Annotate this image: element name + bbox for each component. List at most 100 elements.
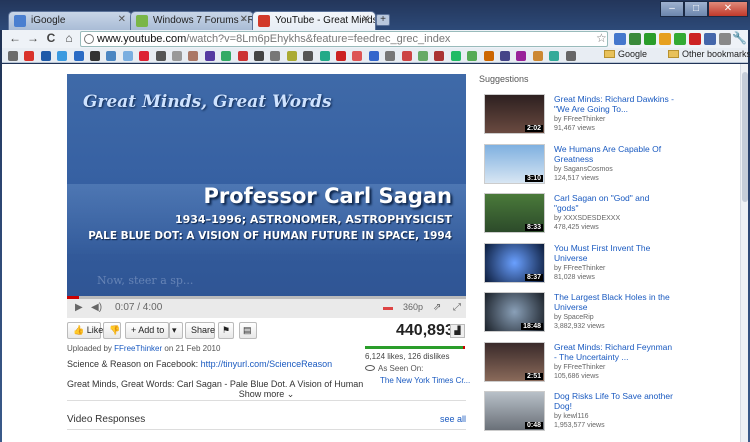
tab-close-icon[interactable]: ✕ (118, 14, 126, 25)
back-button[interactable]: ← (8, 31, 22, 45)
bookmark-icon[interactable] (434, 51, 445, 61)
bookmark-icon[interactable] (139, 51, 150, 61)
bookmark-icon[interactable] (303, 51, 314, 61)
close-window-button[interactable]: ✕ (708, 1, 748, 17)
show-more-button[interactable]: Show more ⌄ (67, 389, 466, 401)
suggestion-title[interactable]: Carl Sagan on "God" and "gods" (554, 193, 674, 213)
bookmark-icon[interactable] (319, 51, 330, 61)
bookmark-icon[interactable] (500, 51, 510, 61)
bookmark-icon[interactable] (8, 51, 18, 61)
uploader-link[interactable]: FFreeThinker (114, 344, 162, 353)
tab-windows7-forums[interactable]: Windows 7 Forums - Reply ✕ (130, 11, 254, 30)
bookmark-icon[interactable] (467, 51, 478, 61)
add-to-dropdown[interactable]: ▾ (169, 322, 183, 339)
quality-selector[interactable]: 360p (403, 302, 423, 312)
suggestion-item[interactable]: 3:10 We Humans Are Capable Of Greatness by… (479, 143, 679, 190)
extension-icon[interactable] (629, 33, 641, 45)
bookmark-icon[interactable] (565, 51, 576, 61)
suggestion-item[interactable]: 8:33 Carl Sagan on "God" and "gods" by XXX… (479, 193, 679, 239)
bookmark-icon[interactable] (237, 51, 248, 61)
embed-icon[interactable]: ▤ (239, 322, 257, 339)
suggestion-item[interactable]: 0:48 Dog Risks Life To Save another Dog! b… (479, 391, 679, 437)
popout-icon[interactable]: ⇗ (433, 302, 441, 313)
suggestion-title[interactable]: We Humans Are Capable Of Greatness (554, 144, 674, 164)
suggestion-title[interactable]: Great Minds: Richard Dawkins - "We Are G… (554, 94, 674, 114)
extension-icon[interactable] (644, 33, 656, 45)
bookmark-icon[interactable] (73, 51, 84, 61)
extension-icon[interactable] (674, 33, 686, 45)
bookmark-icon[interactable] (483, 51, 494, 61)
bookmark-icon[interactable] (40, 51, 51, 61)
bookmark-icon[interactable] (352, 51, 363, 61)
suggestion-thumbnail[interactable]: 2:02 (484, 94, 545, 134)
bookmark-icon[interactable] (24, 51, 35, 61)
bookmark-icon[interactable] (204, 51, 215, 61)
flag-icon[interactable]: ⚑ (218, 322, 234, 339)
page-scrollbar[interactable] (740, 64, 748, 442)
suggestion-thumbnail[interactable]: 18:48 (484, 292, 545, 332)
bookmark-icon[interactable] (57, 51, 68, 61)
wrench-icon[interactable]: 🔧 (732, 31, 747, 45)
bookmark-icon[interactable] (122, 51, 133, 61)
tab-close-icon[interactable]: ✕ (240, 14, 248, 25)
suggestion-title[interactable]: Dog Risks Life To Save another Dog! (554, 391, 674, 411)
bookmark-icon[interactable] (90, 51, 100, 61)
suggestion-item[interactable]: 2:51 Great Minds: Richard Feynman - The U… (479, 341, 679, 388)
play-icon[interactable]: ▶ (75, 302, 83, 313)
as-seen-link[interactable]: The New York Times Cr... (380, 376, 470, 385)
extension-icon[interactable] (704, 33, 716, 45)
bookmark-icon[interactable] (368, 51, 379, 61)
bookmark-icon[interactable] (155, 51, 166, 61)
suggestion-thumbnail[interactable]: 8:37 (484, 242, 545, 283)
tab-close-icon[interactable]: ✕ (362, 14, 370, 25)
tab-igoogle[interactable]: iGoogle ✕ (8, 11, 132, 30)
bookmark-icon[interactable] (450, 51, 461, 61)
share-button[interactable]: Share (185, 322, 215, 339)
like-button[interactable]: 👍 Like (67, 322, 103, 339)
bookmark-icon[interactable] (254, 51, 264, 61)
suggestion-thumbnail[interactable]: 2:51 (484, 341, 545, 382)
minimize-button[interactable]: – (660, 1, 684, 17)
extension-icon[interactable] (719, 33, 731, 45)
extension-icon[interactable] (614, 33, 626, 45)
fullscreen-icon[interactable]: ⤢ (453, 302, 461, 313)
bookmark-icon[interactable] (286, 51, 297, 61)
bookmark-icon[interactable] (221, 51, 232, 61)
bookmark-icon[interactable] (336, 51, 346, 61)
forward-button[interactable]: → (26, 31, 40, 45)
extension-icon[interactable] (659, 33, 671, 45)
video-player[interactable]: Great Minds, Great Words Professor Carl … (67, 74, 466, 298)
home-button[interactable]: ⌂ (62, 31, 76, 45)
bookmark-star-icon[interactable]: ☆ (596, 31, 607, 45)
suggestion-title[interactable]: Great Minds: Richard Feynman - The Uncer… (554, 342, 674, 362)
suggestion-thumbnail[interactable]: 0:48 (484, 391, 545, 431)
bookmark-icon[interactable] (106, 51, 117, 61)
bookmark-icon[interactable] (188, 51, 199, 61)
suggestion-thumbnail[interactable]: 8:33 (484, 193, 545, 233)
address-bar[interactable]: www.youtube.com/watch?v=8Lm6pEhykhs&feat… (80, 31, 608, 47)
tab-youtube[interactable]: YouTube - Great Minds: Ca ✕ (252, 11, 376, 30)
maximize-button[interactable]: □ (684, 1, 708, 17)
suggestion-title[interactable]: You Must First Invent The Universe (554, 243, 674, 263)
bookmark-icon[interactable] (516, 51, 527, 61)
suggestion-title[interactable]: The Largest Black Holes in the Universe (554, 292, 674, 312)
new-tab-button[interactable]: + (376, 14, 390, 26)
bookmark-icon[interactable] (549, 51, 560, 61)
annotations-icon[interactable]: ▬ (383, 302, 393, 313)
scrollbar-thumb[interactable] (742, 72, 748, 202)
suggestion-thumbnail[interactable]: 3:10 (484, 143, 545, 184)
dislike-button[interactable]: 👎 (103, 322, 121, 339)
stats-chart-icon[interactable]: ▟ (450, 324, 465, 338)
bookmark-icon[interactable] (532, 51, 543, 61)
bookmark-folder-google[interactable]: Google (604, 49, 647, 59)
reload-button[interactable]: C (44, 31, 58, 45)
bookmark-icon[interactable] (401, 51, 412, 61)
suggestion-item[interactable]: 8:37 You Must First Invent The Universe by… (479, 242, 679, 289)
facebook-link[interactable]: http://tinyurl.com/ScienceReason (201, 359, 333, 369)
extension-icon[interactable] (689, 33, 701, 45)
bookmark-icon[interactable] (172, 51, 182, 61)
add-to-button[interactable]: + Add to (125, 322, 169, 339)
suggestion-item[interactable]: 2:02 Great Minds: Richard Dawkins - "We A… (479, 94, 679, 140)
see-all-link[interactable]: see all (440, 414, 466, 424)
progress-bar[interactable] (67, 296, 466, 299)
